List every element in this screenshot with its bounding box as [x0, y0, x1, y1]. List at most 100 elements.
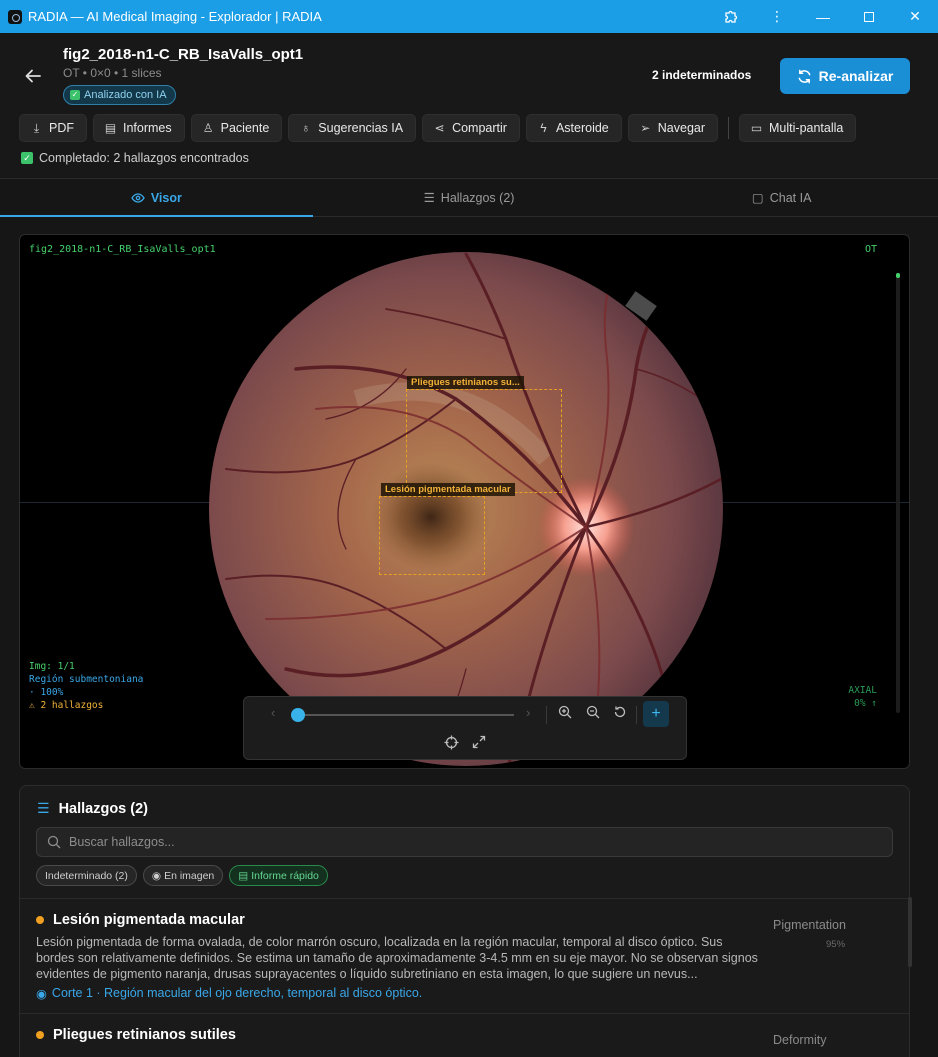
- finding-label-retinal-folds: Pliegues retinianos su...: [407, 376, 524, 389]
- image-viewer[interactable]: Pliegues retinianos su... Lesión pigment…: [19, 234, 910, 769]
- slice-position: 0% ↑: [854, 698, 877, 709]
- finding-title-row: Lesión pigmentada macular: [36, 912, 245, 928]
- eye-icon: [131, 192, 145, 203]
- reset-rotate-icon[interactable]: [613, 705, 627, 722]
- viewer-study-name: fig2_2018-n1-C_RB_IsaValls_opt1: [29, 244, 216, 255]
- filter-in-image-chip[interactable]: ◉ En imagen: [142, 865, 224, 886]
- finding-category: Deformity: [773, 1033, 827, 1047]
- finding-confidence: 95%: [826, 939, 846, 950]
- slice-slider-track[interactable]: [298, 714, 514, 716]
- tab-viewer[interactable]: Visor: [0, 179, 313, 217]
- tab-chat-label: Chat IA: [769, 190, 812, 205]
- add-annotation-button[interactable]: +: [643, 701, 669, 727]
- tab-findings-label: Hallazgos (2): [440, 190, 515, 205]
- share-button[interactable]: ⋖ Compartir: [422, 114, 520, 142]
- filter-indeterminate-chip[interactable]: Indeterminado (2): [36, 865, 137, 886]
- navigate-label: Navegar: [657, 121, 706, 135]
- patient-label: Paciente: [220, 121, 270, 135]
- finding-box-retinal-folds[interactable]: [406, 389, 562, 493]
- finding-description: Lesión pigmentada de forma ovalada, de c…: [36, 935, 758, 981]
- patient-button[interactable]: ♙ Paciente: [190, 114, 283, 142]
- search-placeholder: Buscar hallazgos...: [69, 835, 175, 849]
- status-text: Completado: 2 hallazgos encontrados: [39, 151, 249, 165]
- finding-item[interactable]: Lesión pigmentada macular Lesión pigment…: [20, 898, 909, 1013]
- findings-panel: ☰ Hallazgos (2) Buscar hallazgos... Inde…: [19, 785, 910, 1057]
- image-index: Img: 1/1: [29, 661, 75, 672]
- multiscreen-button[interactable]: ▭ Multi-pantalla: [739, 114, 857, 142]
- ai-analyzed-badge: ✓ Analizado con IA: [63, 85, 176, 105]
- findings-filters: Indeterminado (2) ◉ En imagen ▤ Informe rá…: [36, 865, 328, 886]
- navigate-button[interactable]: ➢ Navegar: [627, 114, 719, 142]
- eye-icon: ◉: [36, 987, 47, 1001]
- tab-chat[interactable]: ▢ Chat IA: [625, 179, 938, 216]
- finding-box-pigmented-lesion[interactable]: [379, 496, 485, 575]
- reports-button[interactable]: ▤ Informes: [93, 114, 185, 142]
- pdf-button[interactable]: ⤓ PDF: [19, 114, 87, 142]
- ai-suggestions-button[interactable]: ♁ Sugerencias IA: [288, 114, 417, 142]
- chip-report-label: Informe rápido: [251, 869, 319, 882]
- tab-viewer-label: Visor: [150, 190, 182, 205]
- minimize-button[interactable]: —: [800, 0, 846, 33]
- reanalyze-button[interactable]: Re-analizar: [780, 58, 910, 94]
- eye-icon: ◉: [151, 869, 162, 882]
- app-logo-icon: [8, 9, 22, 24]
- reports-label: Informes: [123, 121, 172, 135]
- file-download-icon: ⤓: [33, 120, 40, 135]
- control-divider: [546, 706, 547, 724]
- user-icon: ♙: [202, 121, 214, 135]
- finding-title-row: Pliegues retinianos sutiles: [36, 1027, 236, 1043]
- finding-count-overlay: ⚠ 2 hallazgos: [29, 700, 104, 711]
- extensions-icon[interactable]: [708, 0, 754, 33]
- multiscreen-label: Multi-pantalla: [769, 121, 844, 135]
- analysis-status: ✓ Completado: 2 hallazgos encontrados: [21, 151, 249, 165]
- quick-report-chip[interactable]: ▤ Informe rápido: [229, 865, 328, 886]
- lightbulb-icon: ♁: [301, 121, 311, 135]
- finding-item[interactable]: Pliegues retinianos sutiles Deformity: [20, 1013, 909, 1057]
- fullscreen-icon[interactable]: [472, 735, 486, 752]
- zoom-in-icon[interactable]: [558, 705, 572, 722]
- study-meta: OT • 0×0 • 1 slices: [63, 66, 162, 80]
- viewer-info-bottom-right: AXIAL 0% ↑: [848, 684, 877, 710]
- prev-slice-icon[interactable]: ‹: [271, 705, 275, 720]
- chip-image-label: En imagen: [164, 869, 215, 882]
- check-icon: ✓: [21, 152, 33, 164]
- viewer-controls: ‹ › +: [243, 696, 687, 760]
- study-title: fig2_2018-n1-C_RB_IsaValls_opt1: [63, 46, 304, 63]
- findings-scrollbar[interactable]: [908, 897, 912, 967]
- slice-slider-handle[interactable]: [291, 708, 305, 722]
- search-icon: [47, 835, 61, 849]
- slice-scrollbar[interactable]: [896, 273, 900, 713]
- asteroid-label: Asteroide: [555, 121, 609, 135]
- ai-badge-label: Analizado con IA: [84, 89, 167, 101]
- tab-findings[interactable]: ☰ Hallazgos (2): [313, 179, 626, 216]
- back-arrow-icon[interactable]: [24, 67, 46, 89]
- finding-title: Lesión pigmentada macular: [53, 912, 245, 928]
- refresh-icon: [798, 69, 811, 83]
- close-button[interactable]: ✕: [892, 0, 938, 33]
- next-slice-icon[interactable]: ›: [526, 705, 530, 720]
- pdf-label: PDF: [49, 121, 74, 135]
- zoom-out-icon[interactable]: [586, 705, 600, 722]
- send-icon: ➢: [640, 121, 651, 135]
- more-menu-icon[interactable]: ⋮: [754, 0, 800, 33]
- crosshair-icon[interactable]: [444, 735, 459, 753]
- document-icon: ▤: [238, 869, 249, 882]
- finding-label-pigmented-lesion: Lesión pigmentada macular: [381, 483, 515, 496]
- list-icon: ☰: [37, 800, 50, 816]
- window-title: RADIA — AI Medical Imaging - Explorador …: [28, 9, 322, 24]
- view-tabs: Visor ☰ Hallazgos (2) ▢ Chat IA: [0, 179, 938, 217]
- toolbar-divider: [728, 117, 730, 139]
- check-icon: ✓: [70, 90, 80, 100]
- asteroid-button[interactable]: ϟ Asteroide: [525, 114, 622, 142]
- viewer-modality: OT: [864, 244, 877, 255]
- title-bar: RADIA — AI Medical Imaging - Explorador …: [0, 0, 938, 33]
- finding-location-link[interactable]: ◉ Corte 1 · Región macular del ojo derec…: [36, 986, 422, 1001]
- study-header: fig2_2018-n1-C_RB_IsaValls_opt1 OT • 0×0…: [0, 33, 938, 179]
- control-divider: [636, 706, 637, 724]
- findings-search-input[interactable]: Buscar hallazgos...: [36, 827, 893, 857]
- plane-label: AXIAL: [848, 685, 877, 696]
- action-toolbar: ⤓ PDF ▤ Informes ♙ Paciente ♁ Sugerencias IA…: [19, 114, 857, 142]
- region-label: Región submentoniana: [29, 674, 144, 685]
- zoom-level: · 100%: [29, 687, 64, 698]
- maximize-button[interactable]: [846, 0, 892, 33]
